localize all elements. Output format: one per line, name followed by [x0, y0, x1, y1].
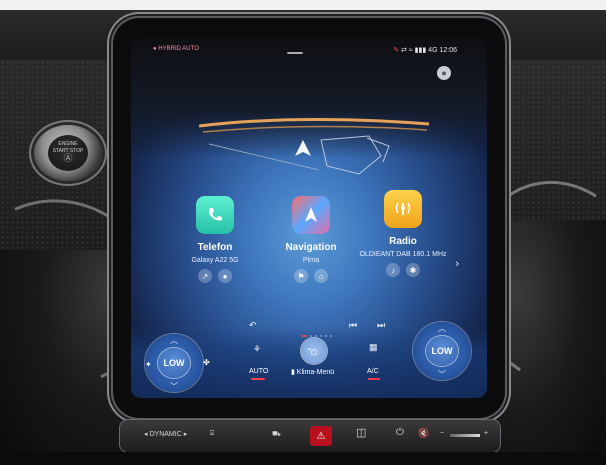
rear-defrost-icon[interactable]: ▦	[369, 342, 378, 353]
air-recirculation-icon[interactable]: ⌁	[307, 344, 312, 355]
status-icons: ✎ ⇄ ≈ ▮▮▮ 4G 12:06	[393, 46, 457, 54]
parking-camera-icon[interactable]: ⌺	[210, 430, 214, 438]
app-tile-radio[interactable]: Radio OLDIEANT DAB 180.1 MHz ♪ ✱	[353, 190, 453, 277]
volume-up-icon[interactable]: +	[484, 430, 488, 437]
navigation-arrow-icon[interactable]	[292, 196, 330, 234]
app-tile-navigation[interactable]: Navigation Pirna ⚑ ⌂	[261, 196, 361, 283]
wifi-icon: ≈	[408, 47, 413, 54]
engine-start-face: ENGINE START STOP Ⓐ	[48, 135, 88, 171]
app-subtitle-radio: OLDIEANT DAB 180.1 MHz	[359, 251, 447, 258]
app-title-radio: Radio	[389, 236, 417, 247]
map-preview[interactable]	[199, 108, 429, 178]
app-subtitle-navigation: Pirna	[302, 257, 320, 264]
status-bar: ● HYBRID AUTO ✎ ⇄ ≈ ▮▮▮ 4G 12:06	[131, 46, 487, 60]
radio-quick-actions: ♪ ✱	[353, 263, 453, 277]
ac-active-indicator	[368, 378, 380, 380]
status-left-badge: ● HYBRID AUTO	[153, 46, 199, 52]
hybrid-badge: HYBRID AUTO	[158, 46, 199, 52]
top-frame	[0, 0, 606, 10]
next-page-chevron-icon[interactable]: ›	[455, 258, 459, 270]
navigation-quick-actions: ⚑ ⌂	[261, 269, 361, 283]
fan-up-chevron-icon[interactable]: ︿	[413, 323, 471, 334]
back-arrow-icon[interactable]: ↶	[249, 320, 257, 331]
position-arrow-icon	[295, 140, 311, 156]
mute-icon[interactable]: 🔇	[418, 428, 429, 439]
right-fan-level: LOW	[426, 336, 458, 366]
engine-start-button[interactable]: ENGINE START STOP Ⓐ	[34, 125, 102, 181]
contacts-icon[interactable]: ●	[218, 269, 232, 283]
sound-icon[interactable]: ♪	[386, 263, 400, 277]
hard-button-strip: ◂ DYNAMIC ▸ ⌺ ⛟ ⚠ ◫ ⏻ 🔇 − +	[120, 420, 500, 452]
call-log-icon[interactable]: ↗	[198, 269, 212, 283]
car-settings-icon[interactable]: ⛟	[272, 430, 281, 439]
bottom-floor	[0, 452, 606, 465]
sync-icon: ⇄	[401, 47, 407, 54]
fan-up-chevron-icon[interactable]: ︿	[145, 335, 203, 346]
fan-down-chevron-icon[interactable]: ﹀	[413, 369, 471, 380]
max-defrost-icon[interactable]: ⚘	[253, 344, 261, 355]
hazard-triangle-icon: ⚠	[316, 430, 326, 442]
app-subtitle-phone: Galaxy A22 5G	[191, 257, 239, 264]
left-fan-knob[interactable]: ︿ LOW ﹀	[145, 334, 203, 392]
hazard-warning-button[interactable]: ⚠	[310, 426, 332, 446]
map-route-glow	[199, 117, 429, 128]
profile-avatar-icon[interactable]: ●	[437, 66, 451, 80]
app-tile-phone[interactable]: Telefon Galaxy A22 5G ↗ ●	[165, 196, 265, 283]
pull-down-handle[interactable]	[287, 52, 303, 54]
auto-label[interactable]: AUTO	[249, 368, 268, 375]
auto-start-stop-icon: Ⓐ	[63, 153, 73, 163]
left-fan-level: LOW	[158, 348, 190, 378]
auto-active-indicator	[251, 378, 265, 380]
clock: 12:06	[439, 47, 457, 54]
volume-down-icon[interactable]: −	[440, 430, 444, 437]
radio-settings-icon[interactable]: ✱	[406, 263, 420, 277]
destination-flag-icon[interactable]: ⚑	[294, 269, 308, 283]
phone-icon[interactable]	[196, 196, 234, 234]
climate-menu-label: Klima-Menü	[296, 369, 335, 376]
radio-icon[interactable]	[384, 190, 422, 228]
previous-track-icon[interactable]: ⏮	[349, 320, 357, 331]
fan-down-chevron-icon[interactable]: ﹀	[145, 381, 203, 392]
dynamic-label: DYNAMIC	[149, 431, 182, 438]
next-track-icon[interactable]: ⏭	[377, 320, 385, 331]
climate-menu-button[interactable]: ▮ Klima-Menü	[291, 368, 334, 376]
map-road	[202, 125, 428, 133]
signal-icon: ▮▮▮	[414, 47, 427, 54]
dynamic-select-button[interactable]: ◂ DYNAMIC ▸	[144, 430, 187, 438]
touchpad-home-icon[interactable]: ◫	[356, 426, 366, 439]
home-button[interactable]: ⌂	[301, 338, 327, 364]
right-fan-knob[interactable]: ︿ LOW ﹀	[413, 322, 471, 380]
app-title-navigation: Navigation	[285, 242, 337, 253]
ac-label[interactable]: A/C	[367, 368, 379, 375]
mic-icon: ●	[153, 46, 157, 52]
home-destination-icon[interactable]: ⌂	[314, 269, 328, 283]
infotainment-screen: ● HYBRID AUTO ✎ ⇄ ≈ ▮▮▮ 4G 12:06 ● Telef…	[131, 38, 487, 398]
signal-type: 4G	[428, 47, 438, 54]
app-title-phone: Telefon	[197, 242, 233, 253]
power-icon[interactable]: ⏻	[396, 427, 404, 438]
map-building	[320, 135, 382, 175]
engine-label-line1: ENGINE	[58, 141, 78, 147]
phone-quick-actions: ↗ ●	[165, 269, 265, 283]
fan-icon[interactable]: ✤	[203, 358, 210, 367]
mic-off-icon: ✎	[393, 47, 400, 54]
seat-heat-icon[interactable]: ✦	[145, 360, 152, 369]
volume-slider[interactable]	[450, 434, 480, 437]
